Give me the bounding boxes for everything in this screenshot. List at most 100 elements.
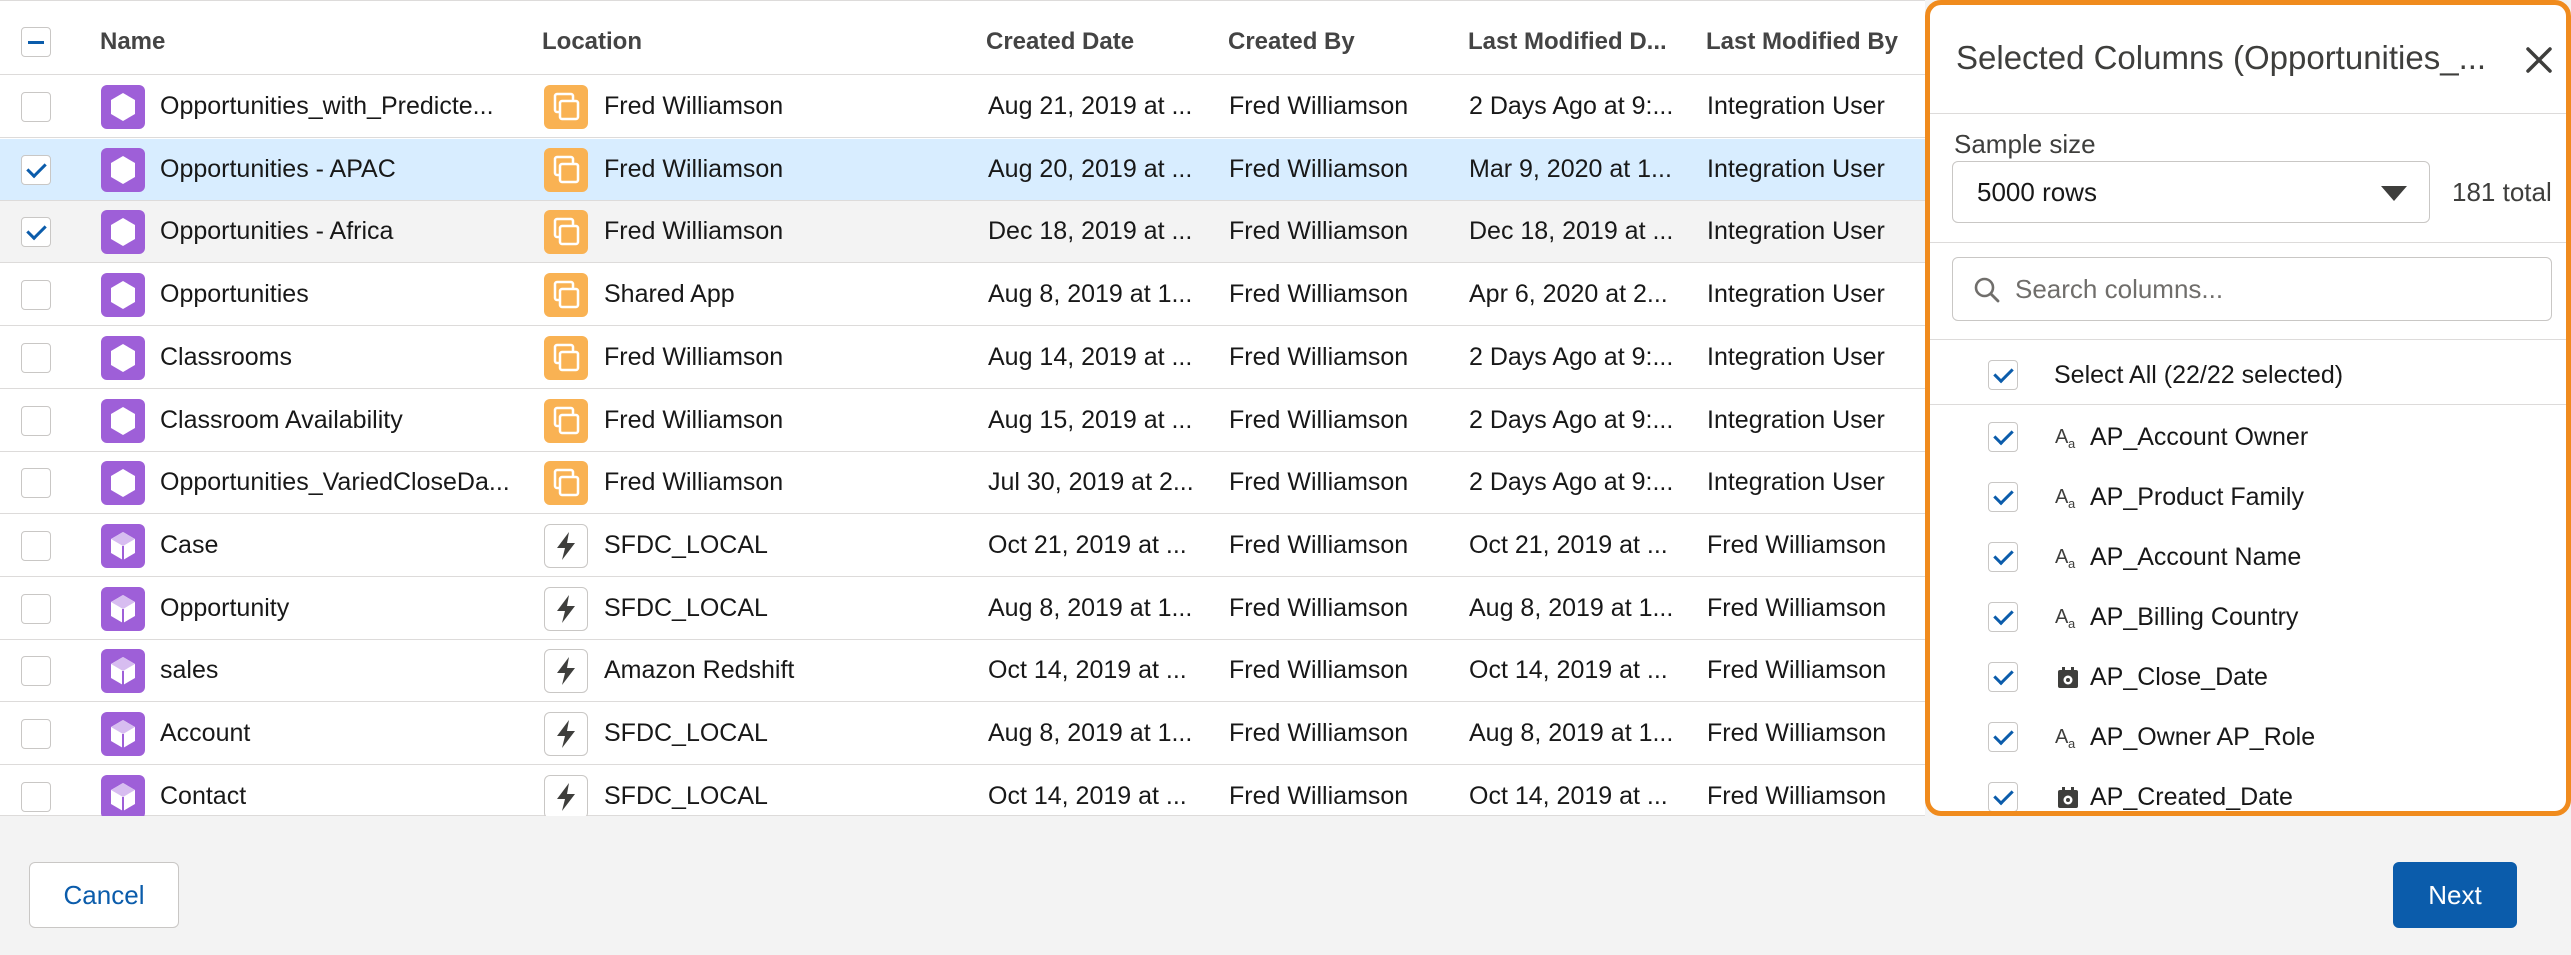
table-row[interactable]: Opportunities - Africa Fred Williamson Dec…: [0, 201, 1925, 264]
row-checkbox[interactable]: [21, 593, 51, 624]
table-row[interactable]: Opportunity SFDC_LOCAL Aug 8, 2019 at 1...…: [0, 578, 1925, 640]
text-icon: Aa: [2055, 726, 2076, 751]
row-name: sales: [160, 656, 219, 685]
row-checkbox[interactable]: [21, 154, 51, 185]
svg-text:A: A: [2055, 486, 2069, 508]
row-created-by: Fred Williamson: [1229, 530, 1409, 559]
row-checkbox[interactable]: [21, 781, 51, 812]
row-checkbox[interactable]: [21, 217, 51, 248]
search-icon: [1974, 277, 2000, 303]
table-row[interactable]: Opportunities_VariedCloseDa... Fred Willi…: [0, 452, 1925, 515]
row-checkbox[interactable]: [21, 656, 51, 687]
column-checkbox[interactable]: [1988, 662, 2018, 692]
header-created-by[interactable]: Created By: [1228, 9, 1355, 75]
row-name: Opportunities - APAC: [160, 154, 396, 183]
row-checkbox[interactable]: [21, 92, 51, 122]
select-all-rows-checkbox[interactable]: [21, 27, 51, 57]
text-icon: Aa: [2055, 426, 2076, 451]
object-icon: [101, 649, 145, 694]
column-checkbox[interactable]: [1988, 542, 2018, 572]
close-icon[interactable]: [2522, 43, 2556, 77]
column-item[interactable]: Aa AP_Billing Country: [1930, 587, 2566, 647]
select-all-columns[interactable]: Select All (22/22 selected): [1930, 345, 2566, 405]
row-checkbox[interactable]: [21, 719, 51, 749]
table-row[interactable]: Account SFDC_LOCAL Aug 8, 2019 at 1... Fred…: [0, 703, 1925, 765]
row-checkbox[interactable]: [21, 530, 51, 561]
object-icon: [101, 712, 145, 756]
row-checkbox[interactable]: [21, 342, 51, 373]
app-icon: [544, 398, 588, 443]
column-item[interactable]: AP_Close_Date: [1930, 647, 2566, 707]
table-row[interactable]: Classrooms Fred Williamson Aug 14, 2019 at…: [0, 327, 1925, 389]
column-item[interactable]: Aa AP_Owner AP_Role: [1930, 707, 2566, 767]
row-name: Account: [160, 719, 251, 747]
table-row[interactable]: sales Amazon Redshift Oct 14, 2019 at ... F…: [0, 640, 1925, 703]
dataset-icon: [101, 461, 145, 506]
column-checkbox[interactable]: [1988, 722, 2018, 752]
column-item[interactable]: Aa AP_Account Name: [1930, 527, 2566, 587]
row-created-by: Fred Williamson: [1229, 154, 1409, 183]
table-row[interactable]: Case SFDC_LOCAL Oct 21, 2019 at ... Fred Wi…: [0, 515, 1925, 577]
column-label: AP_Account Name: [2090, 543, 2302, 571]
row-checkbox[interactable]: [21, 405, 51, 436]
row-name: Case: [160, 530, 219, 559]
header-last-modified-by[interactable]: Last Modified By: [1706, 9, 1898, 75]
column-checkbox[interactable]: [1988, 422, 2018, 452]
divider: [1930, 113, 2566, 114]
row-last-modified-date: 2 Days Ago at 9:...: [1469, 92, 1674, 120]
svg-text:a: a: [2068, 496, 2076, 511]
header-name[interactable]: Name: [100, 9, 165, 75]
next-button[interactable]: Next: [2393, 862, 2517, 928]
column-checkbox[interactable]: [1988, 482, 2018, 512]
column-label: AP_Billing Country: [2090, 603, 2299, 631]
select-all-columns-checkbox[interactable]: [1988, 360, 2018, 390]
row-last-modified-by: Integration User: [1707, 342, 1885, 371]
table-row[interactable]: Opportunities Shared App Aug 8, 2019 at 1.…: [0, 264, 1925, 327]
search-box: [1952, 257, 2552, 321]
row-location: Fred Williamson: [604, 217, 784, 246]
table-row[interactable]: Classroom Availability Fred Williamson Aug…: [0, 390, 1925, 452]
sample-size-select[interactable]: 5000 rows: [1952, 161, 2430, 223]
row-last-modified-date: Oct 14, 2019 at ...: [1469, 656, 1668, 685]
column-label: AP_Product Family: [2090, 483, 2304, 511]
row-name: Opportunities - Africa: [160, 217, 394, 246]
row-last-modified-date: Apr 6, 2020 at 2...: [1469, 280, 1668, 309]
table-row[interactable]: Opportunities_with_Predicte... Fred Willi…: [0, 76, 1925, 138]
row-location: Fred Williamson: [604, 468, 784, 497]
connection-icon: [544, 774, 588, 819]
column-checkbox[interactable]: [1988, 602, 2018, 632]
column-item[interactable]: Aa AP_Account Owner: [1930, 407, 2566, 467]
row-created-by: Fred Williamson: [1229, 656, 1409, 685]
text-icon: Aa: [2055, 486, 2076, 511]
row-created-date: Aug 8, 2019 at 1...: [988, 719, 1193, 747]
search-columns-input[interactable]: [2015, 264, 2535, 314]
column-item[interactable]: Aa AP_Product Family: [1930, 467, 2566, 527]
row-checkbox[interactable]: [21, 468, 51, 499]
dataset-icon: [101, 147, 145, 192]
row-created-date: Oct 14, 2019 at ...: [988, 656, 1187, 685]
header-last-modified-date[interactable]: Last Modified D...: [1468, 9, 1667, 75]
row-last-modified-by: Fred Williamson: [1707, 593, 1887, 622]
text-icon: Aa: [2055, 546, 2076, 571]
row-created-by: Fred Williamson: [1229, 719, 1409, 747]
svg-text:A: A: [2055, 426, 2069, 448]
divider: [1930, 339, 2566, 340]
dataset-table: Name Location Created Date Created By La…: [0, 0, 1925, 828]
row-location: SFDC_LOCAL: [604, 530, 768, 559]
header-created-date[interactable]: Created Date: [986, 9, 1134, 75]
dataset-icon: [101, 273, 145, 318]
row-checkbox[interactable]: [21, 280, 51, 311]
row-location: Fred Williamson: [604, 92, 784, 120]
column-item[interactable]: AP_Created_Date: [1930, 767, 2566, 811]
table-row[interactable]: Opportunities - APAC Fred Williamson Aug 2…: [0, 138, 1925, 201]
connection-icon: [544, 523, 588, 568]
row-location: Fred Williamson: [604, 405, 784, 434]
cancel-button[interactable]: Cancel: [29, 862, 179, 928]
row-last-modified-date: 2 Days Ago at 9:...: [1469, 405, 1674, 434]
row-last-modified-by: Fred Williamson: [1707, 656, 1887, 685]
object-icon: [101, 523, 145, 568]
row-location: SFDC_LOCAL: [604, 719, 768, 747]
column-checkbox[interactable]: [1988, 782, 2018, 811]
app-icon: [544, 335, 588, 380]
header-location[interactable]: Location: [542, 9, 642, 75]
